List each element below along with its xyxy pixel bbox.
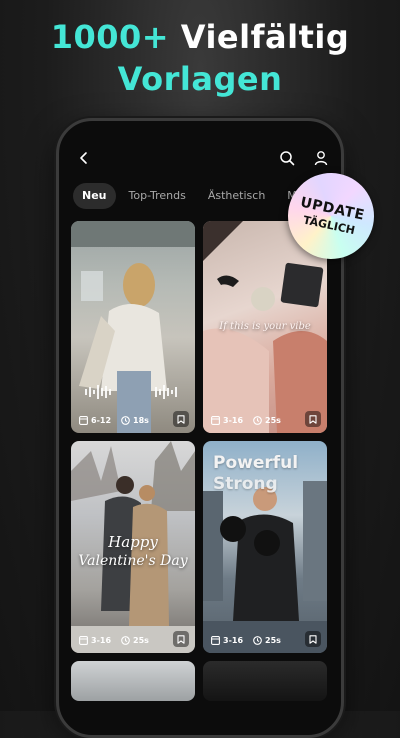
tab-asthetisch[interactable]: Ästhetisch	[199, 183, 274, 209]
headline-line-2: Vorlagen	[117, 60, 283, 98]
tab-top-trends[interactable]: Top-Trends	[120, 183, 195, 209]
search-button[interactable]	[274, 145, 300, 171]
bookmark-icon	[309, 414, 317, 424]
template-meta: 3-16 25s	[79, 636, 149, 645]
bookmark-button[interactable]	[173, 411, 189, 427]
template-card[interactable]	[203, 661, 327, 701]
clip-count: 6-12	[91, 416, 112, 425]
category-tabs: Neu Top-Trends Ästhetisch Ma	[73, 183, 313, 209]
template-card[interactable]: 6-12 18s	[71, 221, 195, 433]
headline-line-1: 1000+ Vielfältig	[0, 16, 400, 58]
template-card[interactable]	[71, 661, 195, 701]
template-caption: Powerful Strong	[213, 453, 298, 495]
bookmark-icon	[177, 414, 185, 424]
template-meta: 3-16 25s	[211, 636, 281, 645]
headline-count: 1000+	[50, 18, 170, 56]
chevron-left-icon	[80, 152, 87, 164]
clip-count: 3-16	[223, 416, 244, 425]
search-icon	[280, 151, 295, 166]
headline-vielfaltig: Vielfältig	[180, 18, 350, 56]
template-thumbnail	[71, 221, 195, 433]
template-caption-line-2: Valentine's Day	[78, 553, 188, 569]
clock-icon	[121, 636, 130, 645]
template-card[interactable]: Happy Valentine's Day 3-16 25s	[71, 441, 195, 653]
bookmark-button[interactable]	[305, 631, 321, 647]
template-caption-line-1: Happy	[108, 533, 158, 551]
clips-icon	[79, 636, 88, 645]
clock-icon	[253, 416, 262, 425]
clip-count: 3-16	[91, 636, 112, 645]
tab-neu[interactable]: Neu	[73, 183, 116, 209]
clock-icon	[253, 636, 262, 645]
clip-count: 3-16	[223, 636, 244, 645]
back-button[interactable]	[71, 145, 97, 171]
duration: 25s	[265, 636, 281, 645]
bookmark-icon	[177, 634, 185, 644]
template-meta: 3-16 25s	[211, 416, 281, 425]
template-caption-line-2: Strong	[213, 474, 278, 494]
duration: 25s	[133, 636, 149, 645]
bookmark-icon	[309, 634, 317, 644]
user-icon	[314, 151, 328, 166]
bookmark-button[interactable]	[305, 411, 321, 427]
template-caption: If this is your vibe	[219, 321, 311, 332]
bookmark-button[interactable]	[173, 631, 189, 647]
top-bar	[59, 145, 341, 175]
promo-headline: 1000+ Vielfältig Vorlagen	[0, 16, 400, 100]
template-card[interactable]: Powerful Strong 3-16 25s	[203, 441, 327, 653]
template-caption-line-1: Powerful	[213, 453, 299, 473]
clips-icon	[211, 636, 220, 645]
duration: 18s	[133, 416, 149, 425]
clock-icon	[121, 416, 130, 425]
clips-icon	[211, 416, 220, 425]
template-meta: 6-12 18s	[79, 416, 149, 425]
clips-icon	[79, 416, 88, 425]
profile-button[interactable]	[308, 145, 334, 171]
duration: 25s	[265, 416, 281, 425]
